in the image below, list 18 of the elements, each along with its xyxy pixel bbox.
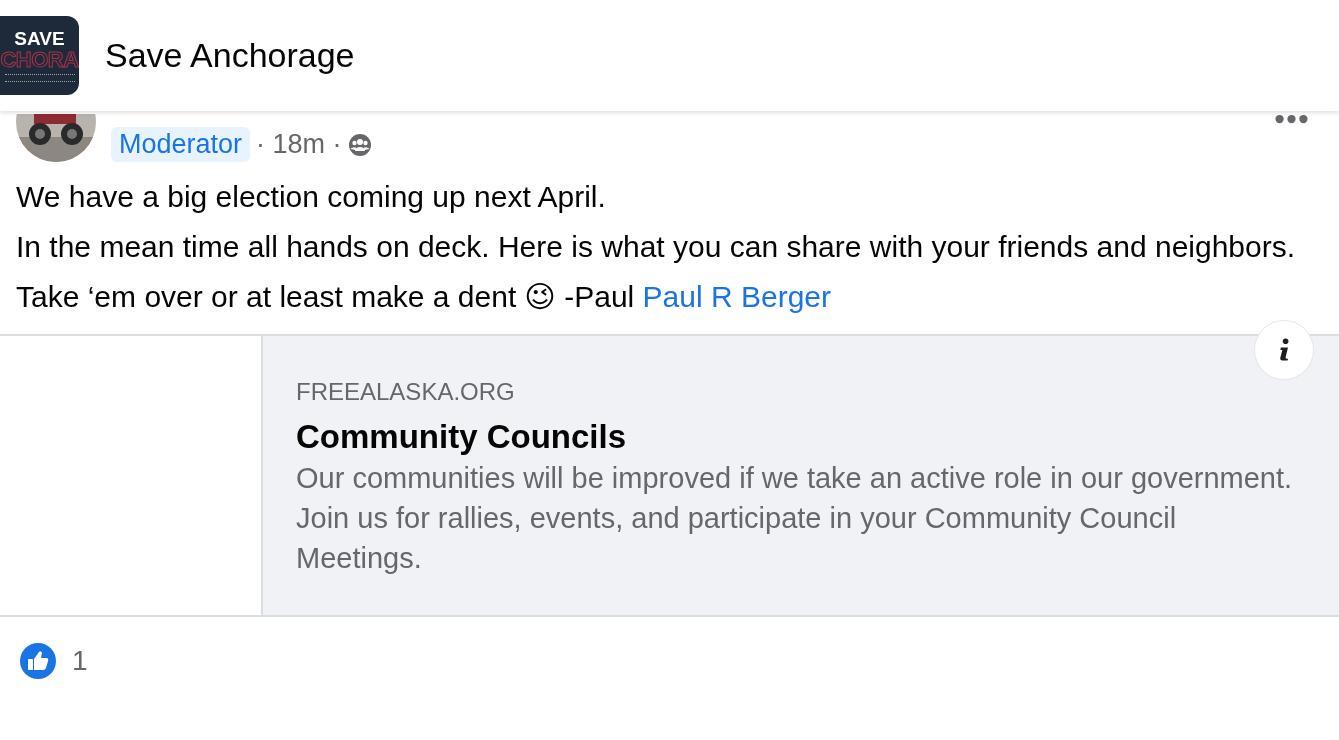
post-text: We have a big election coming up next April. <box>16 180 607 214</box>
group-logo[interactable]: SAVE CHORA <box>0 16 79 95</box>
link-domain: FREEALASKA.ORG <box>296 378 516 406</box>
like-reaction-icon[interactable] <box>20 643 56 679</box>
group-icon <box>347 132 372 157</box>
post-time[interactable]: · 18m · <box>256 129 342 160</box>
link-description: Our communities will be improved if we take an active role in our government. Join us for rallies, events, and participate in your Community Council Meetings. <box>296 461 1294 576</box>
link-title: Community Councils <box>296 417 628 457</box>
mention-link[interactable]: Paul R Berger <box>642 280 832 313</box>
reaction-count[interactable]: 1 <box>72 645 88 677</box>
moderator-badge: Moderator <box>111 127 251 162</box>
logo-text: SAVE <box>14 29 65 49</box>
post-text: Take ‘em over or at least make a dent 😉 -Paul Paul R Berger <box>16 280 833 314</box>
link-preview-card[interactable]: FREEALASKA.ORG Community Councils Our communities will be improved if we take an active role in our government. Join us for rallies, events, and participate in your Community Council Meetings. <box>263 336 1339 615</box>
post-text: In the mean time all hands on deck. Here is what you can share with your friends and neighbors. <box>16 230 1297 264</box>
group-title: Save Anchorage <box>105 36 355 75</box>
more-options-icon[interactable] <box>1275 114 1308 124</box>
logo-text: CHORA <box>0 49 79 71</box>
